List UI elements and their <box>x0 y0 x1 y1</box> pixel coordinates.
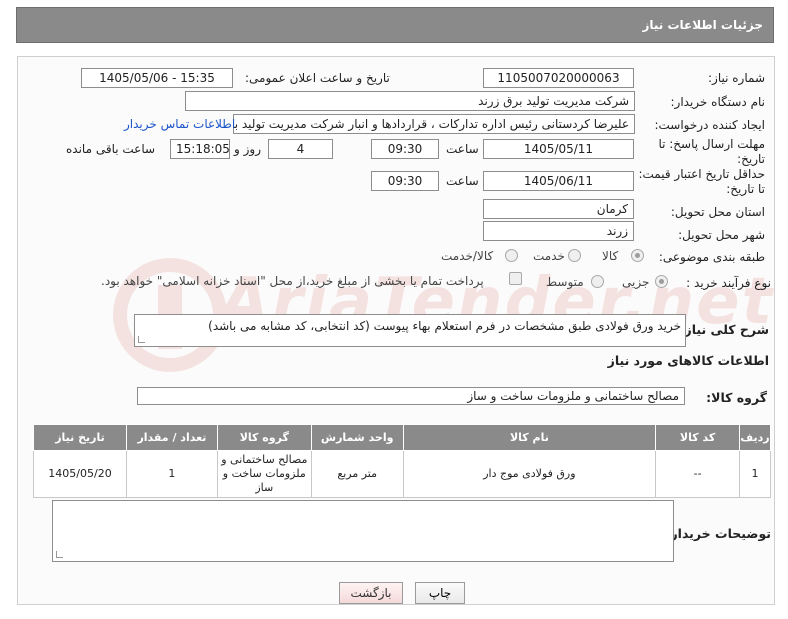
cell-date: 1405/05/20 <box>33 450 127 498</box>
description-text: خرید ورق فولادی طبق مشخصات در فرم استعلا… <box>208 319 681 333</box>
resize-handle-icon[interactable] <box>56 551 63 558</box>
process-option-medium: متوسط <box>546 275 584 289</box>
page-header: جزئیات اطلاعات نیاز <box>16 7 774 43</box>
deadline-label: مهلت ارسال پاسخ: تا <box>658 137 765 151</box>
items-table: ردیف کد کالا نام کالا واحد شمارش گروه کا… <box>33 424 771 498</box>
validity-date-field[interactable]: 1405/06/11 <box>483 171 634 191</box>
buyer-org-field[interactable]: شرکت مدیریت تولید برق زرند <box>185 91 635 111</box>
col-header-quantity: تعداد / مقدار <box>126 424 218 451</box>
process-radio-medium[interactable] <box>591 275 604 288</box>
deadline-date-field[interactable]: 1405/05/11 <box>483 139 634 159</box>
announce-label: تاریخ و ساعت اعلان عمومی: <box>245 71 390 85</box>
items-section-title: اطلاعات کالاهای مورد نیاز <box>607 353 769 368</box>
need-number-field[interactable]: 1105007020000063 <box>483 68 634 88</box>
category-radio-service[interactable] <box>568 249 581 262</box>
category-option-goods: کالا <box>602 249 619 263</box>
col-header-row-num: ردیف <box>739 424 771 451</box>
category-option-service: خدمت <box>533 249 565 263</box>
validity-label-2: تا تاریخ: <box>726 182 765 196</box>
page-title: جزئیات اطلاعات نیاز <box>642 18 763 32</box>
days-label: روز و <box>234 142 261 156</box>
cell-code: -- <box>655 450 741 498</box>
cell-unit: متر مربع <box>310 450 404 498</box>
col-header-group: گروه کالا <box>216 424 312 451</box>
col-header-name: نام کالا <box>402 424 657 451</box>
cell-row-num: 1 <box>739 450 771 498</box>
days-remaining-field[interactable]: 4 <box>268 139 333 159</box>
treasury-payment-note: پرداخت تمام یا بخشی از مبلغ خرید،از محل … <box>101 274 484 288</box>
province-label: استان محل تحویل: <box>670 205 765 219</box>
city-label: شهر محل تحویل: <box>678 228 765 242</box>
process-option-minor: جزیی <box>622 275 650 289</box>
back-button[interactable]: بازگشت <box>339 582 403 604</box>
description-label: شرح کلی نیاز: <box>679 322 769 337</box>
group-field[interactable]: مصالح ساختمانی و ملزومات ساخت و ساز <box>137 387 685 405</box>
cell-name: ورق فولادی موج دار <box>402 450 657 498</box>
deadline-time-field[interactable]: 09:30 <box>371 139 439 159</box>
treasury-payment-checkbox[interactable] <box>509 272 522 285</box>
buyer-notes-label: توضیحات خریدار: <box>665 526 771 541</box>
validity-label: حداقل تاریخ اعتبار قیمت: <box>638 167 765 181</box>
buyer-contact-link[interactable]: اطلاعات تماس خریدار <box>124 117 235 131</box>
group-label: گروه کالا: <box>706 390 767 405</box>
creator-field[interactable]: علیرضا کردستانی رئیس اداره تدارکات ، قرا… <box>233 114 635 134</box>
need-number-label: شماره نیاز: <box>708 71 765 85</box>
tender-details-page: جزئیات اطلاعات نیاز AriaTender.net شماره… <box>0 0 788 619</box>
announce-datetime-field[interactable]: 1405/05/06 - 15:35 <box>81 68 233 88</box>
resize-handle-icon[interactable] <box>138 336 145 343</box>
process-label: نوع فرآیند خرید : <box>686 276 771 290</box>
cell-group: مصالح ساختمانی و ملزومات ساخت و ساز <box>216 450 312 498</box>
category-option-goods-service: کالا/خدمت <box>441 249 494 263</box>
province-field[interactable]: کرمان <box>483 199 634 219</box>
table-row: 1 -- ورق فولادی موج دار متر مربع مصالح س… <box>33 450 771 498</box>
print-button[interactable]: چاپ <box>415 582 465 604</box>
validity-time-field[interactable]: 09:30 <box>371 171 439 191</box>
remaining-time-field[interactable]: 15:18:05 <box>170 139 230 159</box>
process-radio-minor[interactable] <box>655 275 668 288</box>
description-textarea[interactable]: خرید ورق فولادی طبق مشخصات در فرم استعلا… <box>134 314 686 347</box>
remaining-time-label: ساعت باقی مانده <box>66 142 156 156</box>
col-header-code: کد کالا <box>655 424 741 451</box>
buyer-notes-textarea[interactable] <box>52 500 674 562</box>
col-header-unit: واحد شمارش <box>310 424 404 451</box>
table-header-row: ردیف کد کالا نام کالا واحد شمارش گروه کا… <box>33 424 771 451</box>
validity-time-label: ساعت <box>446 174 479 188</box>
category-radio-goods[interactable] <box>631 249 644 262</box>
category-radio-goods-service[interactable] <box>505 249 518 262</box>
city-field[interactable]: زرند <box>483 221 634 241</box>
deadline-time-label: ساعت <box>446 142 479 156</box>
buyer-org-label: نام دستگاه خریدار: <box>670 95 766 109</box>
creator-label: ایجاد کننده درخواست: <box>654 118 765 132</box>
col-header-date: تاریخ نیاز <box>33 424 127 451</box>
deadline-label-2: تاریخ: <box>737 152 765 166</box>
category-label: طبقه بندی موضوعی: <box>658 250 765 264</box>
cell-quantity: 1 <box>126 450 218 498</box>
